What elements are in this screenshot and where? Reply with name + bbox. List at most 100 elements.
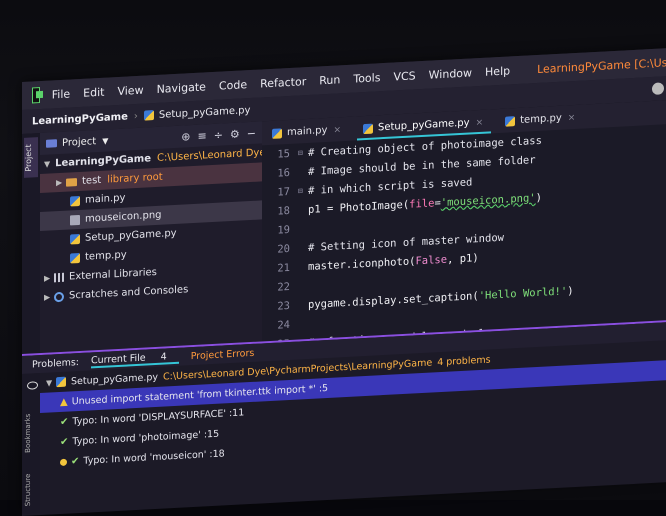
line-number: 19 xyxy=(277,223,290,237)
line-number: 20 xyxy=(277,242,290,256)
code-text: p1 = PhotoImage( xyxy=(308,198,410,216)
code-text: ) xyxy=(535,191,542,204)
line-number: 18 xyxy=(277,204,290,218)
ide-screen: File Edit View Navigate Code Refactor Ru… xyxy=(22,47,666,516)
problems-label: Problems: xyxy=(32,356,79,370)
problems-side-toolbar: Bookmarks Structure xyxy=(22,373,40,514)
python-file-icon xyxy=(143,110,154,121)
chevron-right-icon[interactable]: ▶ xyxy=(44,273,54,283)
locate-icon[interactable]: ⊕ xyxy=(181,130,190,143)
code-keyword: False xyxy=(415,253,448,267)
lightbulb-icon[interactable] xyxy=(60,458,67,466)
close-icon[interactable]: × xyxy=(476,117,484,127)
warning-icon: ▲ xyxy=(60,396,68,408)
menu-edit[interactable]: Edit xyxy=(83,85,104,99)
fold-icon[interactable]: ⊟ xyxy=(298,148,308,157)
chevron-down-icon[interactable]: ▼ xyxy=(102,136,108,145)
code-area[interactable]: 15 ⊟ # Creating object of photoimage cla… xyxy=(262,123,666,350)
window-title: LearningPyGame [C:\Users\Leonard Dye\Pyc… xyxy=(537,54,666,76)
problems-panel: Problems: Current File 4 Project Errors … xyxy=(22,319,666,516)
menu-code[interactable]: Code xyxy=(219,78,247,92)
tab-project-errors[interactable]: Project Errors xyxy=(191,347,255,361)
tab-label: main.py xyxy=(287,124,328,139)
tree-item-label: mouseicon.png xyxy=(85,209,162,225)
tree-item-label: External Libraries xyxy=(69,266,157,283)
tab-label: Current File xyxy=(91,352,146,366)
folder-icon xyxy=(66,177,77,187)
chevron-right-icon[interactable]: ▶ xyxy=(56,178,66,187)
project-view-selector[interactable]: Project xyxy=(62,136,96,149)
breadcrumb-project[interactable]: LearningPyGame xyxy=(32,111,128,127)
line-number: 24 xyxy=(277,318,290,332)
code-string: 'Hello World!' xyxy=(478,284,568,302)
tab-label: temp.py xyxy=(520,112,562,126)
menu-run[interactable]: Run xyxy=(319,73,340,87)
scratches-icon xyxy=(54,291,64,302)
fold-icon[interactable]: ⊟ xyxy=(298,186,308,195)
library-icon xyxy=(54,272,64,283)
typo-icon: ✔ xyxy=(60,436,69,448)
line-number: 16 xyxy=(277,166,290,180)
menu-navigate[interactable]: Navigate xyxy=(157,80,206,96)
chevron-right-icon[interactable]: ▶ xyxy=(44,292,54,302)
eye-icon[interactable] xyxy=(27,381,38,390)
python-file-icon xyxy=(56,376,66,388)
menu-help[interactable]: Help xyxy=(485,64,510,78)
problem-count: 4 problems xyxy=(437,353,491,368)
python-file-icon xyxy=(272,127,282,139)
python-file-icon xyxy=(505,115,516,127)
menu-window[interactable]: Window xyxy=(429,66,472,81)
code-string: 'mouseicon.png' xyxy=(440,191,536,209)
python-file-icon xyxy=(70,233,80,244)
project-tool-tab[interactable]: Project xyxy=(24,137,38,178)
menu-file[interactable]: File xyxy=(52,87,70,101)
tab-current-file[interactable]: Current File 4 xyxy=(91,350,179,368)
code-text: master.iconphoto( xyxy=(308,254,416,273)
code-param: file xyxy=(409,196,435,211)
menu-view[interactable]: View xyxy=(117,83,143,97)
python-file-icon xyxy=(70,195,80,206)
library-root-label: library root xyxy=(107,171,163,186)
hide-icon[interactable]: − xyxy=(247,126,256,139)
tab-label: Setup_pyGame.py xyxy=(377,117,470,134)
folder-icon xyxy=(46,139,57,148)
problem-file-name: Setup_pyGame.py xyxy=(71,371,159,387)
pycharm-logo-icon xyxy=(32,87,40,104)
python-file-icon xyxy=(70,252,80,263)
line-number: 17 xyxy=(277,185,290,199)
line-number: 21 xyxy=(277,261,290,275)
python-file-icon xyxy=(362,123,373,134)
expand-all-icon[interactable]: ≡ xyxy=(197,129,206,142)
code-editor: main.py × Setup_pyGame.py × temp.py × 15… xyxy=(262,99,666,350)
tree-root-label: LearningPyGame xyxy=(55,153,152,170)
tree-item-label: Setup_pyGame.py xyxy=(85,227,177,244)
structure-tool-tab[interactable]: Structure xyxy=(24,473,32,506)
tree-item-label: temp.py xyxy=(85,249,127,263)
typo-icon: ✔ xyxy=(71,455,80,467)
problem-text: Typo: In word 'mouseicon' :18 xyxy=(83,447,225,467)
left-tool-strip: Project xyxy=(22,133,41,354)
chevron-down-icon[interactable]: ▼ xyxy=(44,160,50,169)
tree-item-label: test xyxy=(82,174,102,187)
collapse-all-icon[interactable]: ÷ xyxy=(214,128,223,141)
breadcrumb-separator: › xyxy=(133,110,138,122)
problem-count-badge: 4 xyxy=(160,350,167,363)
line-number: 23 xyxy=(277,299,290,313)
line-number: 15 xyxy=(277,147,290,161)
menu-vcs[interactable]: VCS xyxy=(393,69,415,83)
code-text: ) xyxy=(567,284,574,297)
menu-tools[interactable]: Tools xyxy=(353,71,380,85)
tree-item-label: Scratches and Consoles xyxy=(69,284,189,302)
code-text: , p1) xyxy=(447,251,479,266)
breadcrumb-file[interactable]: Setup_pyGame.py xyxy=(159,105,251,121)
menu-refactor[interactable]: Refactor xyxy=(260,75,306,90)
project-panel: Project ▼ ⊕ ≡ ÷ ⚙ − ▼ LearningPyGame C:\… xyxy=(40,121,322,354)
image-file-icon xyxy=(70,214,80,225)
line-number: 22 xyxy=(277,280,290,294)
gear-icon[interactable]: ⚙ xyxy=(230,127,240,141)
chevron-down-icon[interactable]: ▼ xyxy=(46,378,56,387)
close-icon[interactable]: × xyxy=(568,113,576,123)
close-icon[interactable]: × xyxy=(333,125,341,135)
bookmarks-tool-tab[interactable]: Bookmarks xyxy=(24,413,32,453)
user-icon[interactable] xyxy=(652,82,664,95)
